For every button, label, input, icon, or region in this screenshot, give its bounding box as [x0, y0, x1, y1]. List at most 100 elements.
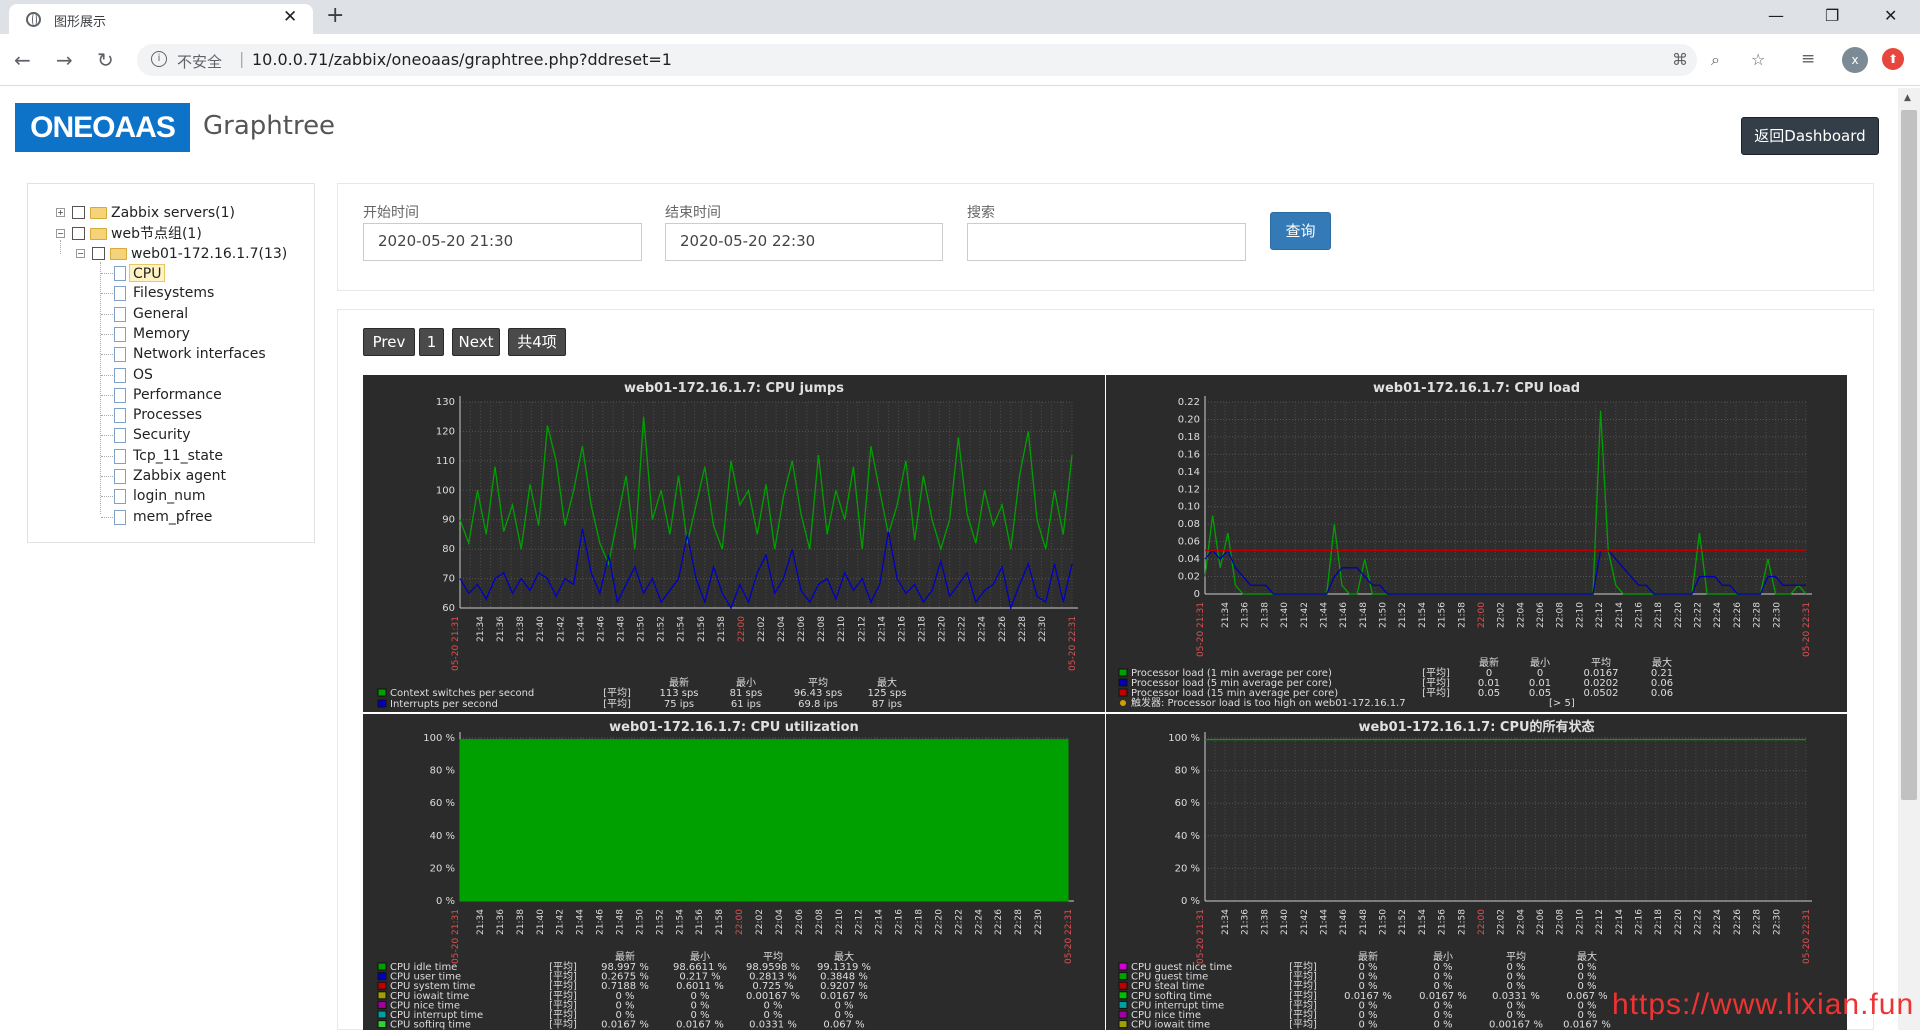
extension-icon[interactable]: ⬆ — [1882, 48, 1904, 70]
page-scrollbar[interactable]: ▲ — [1898, 88, 1920, 1030]
tree-node-item[interactable]: OS — [133, 366, 153, 384]
scroll-up-icon[interactable]: ▲ — [1904, 93, 1911, 103]
x-tick-label: 22:00 — [1477, 909, 1487, 935]
x-tick-label: 21:44 — [576, 616, 586, 642]
translate-icon[interactable]: ⌘ — [1672, 50, 1688, 69]
collapse-toggle-icon[interactable]: − — [56, 229, 65, 238]
tree-node-item[interactable]: Network interfaces — [133, 345, 266, 363]
trigger-text: 触发器: Processor load is too high on web01… — [1131, 696, 1406, 709]
x-tick-label: 22:04 — [775, 909, 785, 935]
x-tick-label: 21:56 — [697, 616, 707, 642]
browser-tab[interactable]: 图形展示 ✕ — [9, 4, 313, 34]
end-time-label: 结束时间 — [665, 205, 721, 221]
tree-connector — [101, 455, 113, 457]
legend-swatch — [377, 981, 387, 990]
x-tick-label: 21:34 — [476, 616, 486, 642]
page-1-button[interactable]: 1 — [419, 328, 444, 356]
tree-checkbox[interactable] — [72, 206, 85, 219]
tree-checkbox[interactable] — [92, 247, 105, 260]
url-text[interactable]: 10.0.0.71/zabbix/oneoaas/graphtree.php?d… — [252, 50, 672, 69]
close-window-icon[interactable]: ✕ — [1884, 6, 1897, 25]
tree-node-web-group[interactable]: web节点组(1) — [111, 225, 202, 243]
tree-node-item[interactable]: Filesystems — [133, 284, 214, 302]
x-tick-label: 22:10 — [835, 909, 845, 935]
reload-icon[interactable]: ↻ — [97, 48, 114, 72]
x-start-label: 05-20 21:31 — [451, 909, 461, 964]
cpu-all-states-graph: web01-172.16.1.7: CPU的所有状态 100 % 80 % 60 % 4… — [1106, 714, 1847, 1030]
close-tab-icon[interactable]: ✕ — [283, 7, 297, 27]
tree-node-item[interactable]: CPU — [129, 264, 166, 282]
x-tick-label: 21:42 — [556, 616, 566, 642]
x-tick-label: 21:54 — [677, 616, 687, 642]
x-tick-label: 22:06 — [1536, 602, 1546, 628]
x-tick-label: 21:52 — [1398, 909, 1408, 935]
collapse-toggle-icon[interactable]: − — [76, 249, 85, 258]
graph-title: web01-172.16.1.7: CPU load — [1373, 381, 1580, 396]
legend-tag: [平均] — [603, 687, 631, 699]
legend-swatch — [377, 962, 387, 971]
legend-swatch — [377, 699, 387, 708]
start-time-input[interactable]: 2020-05-20 21:30 — [363, 223, 642, 261]
scrollbar-thumb[interactable] — [1901, 110, 1917, 800]
reading-list-icon[interactable]: ≡ — [1801, 49, 1815, 69]
bookmark-star-icon[interactable]: ☆ — [1751, 50, 1765, 69]
next-page-button[interactable]: Next — [452, 328, 500, 356]
back-icon[interactable]: ← — [14, 48, 31, 72]
expand-toggle-icon[interactable]: + — [56, 208, 65, 217]
legend-swatch — [377, 1010, 387, 1019]
end-time-input[interactable]: 2020-05-20 22:30 — [665, 223, 943, 261]
new-tab-button[interactable]: + — [326, 3, 344, 28]
x-tick-label: 22:16 — [895, 909, 905, 935]
legend-swatch — [1118, 991, 1128, 1000]
tree-node-item[interactable]: Memory — [133, 325, 190, 343]
forward-icon[interactable]: → — [56, 48, 73, 72]
tree-node-item[interactable]: mem_pfree — [133, 508, 212, 526]
watermark: https://www.lixian.fun — [1612, 988, 1915, 1021]
y-tick-label: 0.10 — [1178, 502, 1200, 513]
tree-node-item[interactable]: Security — [133, 426, 191, 444]
legend-swatch — [1118, 668, 1128, 677]
x-tick-label: 21:44 — [576, 909, 586, 935]
tree-node-item[interactable]: Tcp_11_state — [133, 447, 223, 465]
y-tick-label: 100 % — [423, 733, 455, 744]
tree-node-item[interactable]: login_num — [133, 487, 206, 505]
x-tick-label: 21:42 — [556, 909, 566, 935]
address-bar[interactable]: i 不安全 | 10.0.0.71/zabbix/oneoaas/graphtr… — [137, 44, 1765, 76]
x-tick-label: 22:22 — [1694, 602, 1704, 628]
legend-swatch — [377, 1000, 387, 1009]
x-tick-label: 21:48 — [1359, 909, 1369, 935]
legend-value: 0.0167 % — [601, 1020, 649, 1030]
query-button[interactable]: 查询 — [1270, 212, 1331, 250]
prev-page-button[interactable]: Prev — [363, 328, 415, 356]
graph-title: web01-172.16.1.7: CPU的所有状态 — [1358, 719, 1594, 735]
zoom-icon[interactable]: ⌕ — [1711, 50, 1720, 70]
legend-swatch — [377, 1020, 387, 1029]
x-tick-label: 21:52 — [1398, 602, 1408, 628]
tree-node-host[interactable]: web01-172.16.1.7(13) — [131, 245, 287, 263]
minimize-icon[interactable]: — — [1768, 6, 1784, 25]
info-icon[interactable]: i — [151, 51, 167, 67]
legend-value: 0.06 — [1651, 688, 1673, 699]
tree-node-item[interactable]: Performance — [133, 386, 222, 404]
x-tick-label: 21:44 — [1319, 909, 1329, 935]
x-end-label: 05-20 22:31 — [1802, 602, 1812, 657]
x-tick-label: 21:36 — [496, 616, 506, 642]
x-tick-label: 21:40 — [1280, 602, 1290, 628]
search-input[interactable] — [967, 223, 1246, 261]
tree-node-item[interactable]: Zabbix agent — [133, 467, 226, 485]
back-to-dashboard-button[interactable]: 返回Dashboard — [1741, 117, 1879, 155]
tree-node-item[interactable]: General — [133, 305, 188, 323]
restore-icon[interactable]: ❐ — [1825, 6, 1839, 25]
y-tick-label: 20 % — [1175, 863, 1200, 874]
profile-avatar[interactable]: x — [1842, 47, 1868, 73]
tree-node-zabbix-servers[interactable]: Zabbix servers(1) — [111, 204, 235, 222]
legend-value: 0.05 — [1478, 688, 1500, 699]
legend-swatch — [1118, 1020, 1128, 1029]
graph-tree-panel: + Zabbix servers(1) − web节点组(1) − web01-… — [27, 183, 315, 543]
omnibox-separator: | — [239, 49, 245, 68]
y-tick-label: 0.04 — [1178, 554, 1200, 565]
tree-node-item[interactable]: Processes — [133, 406, 202, 424]
x-tick-label: 21:42 — [1300, 909, 1310, 935]
tree-checkbox[interactable] — [72, 227, 85, 240]
y-tick-label: 80 % — [430, 766, 455, 777]
